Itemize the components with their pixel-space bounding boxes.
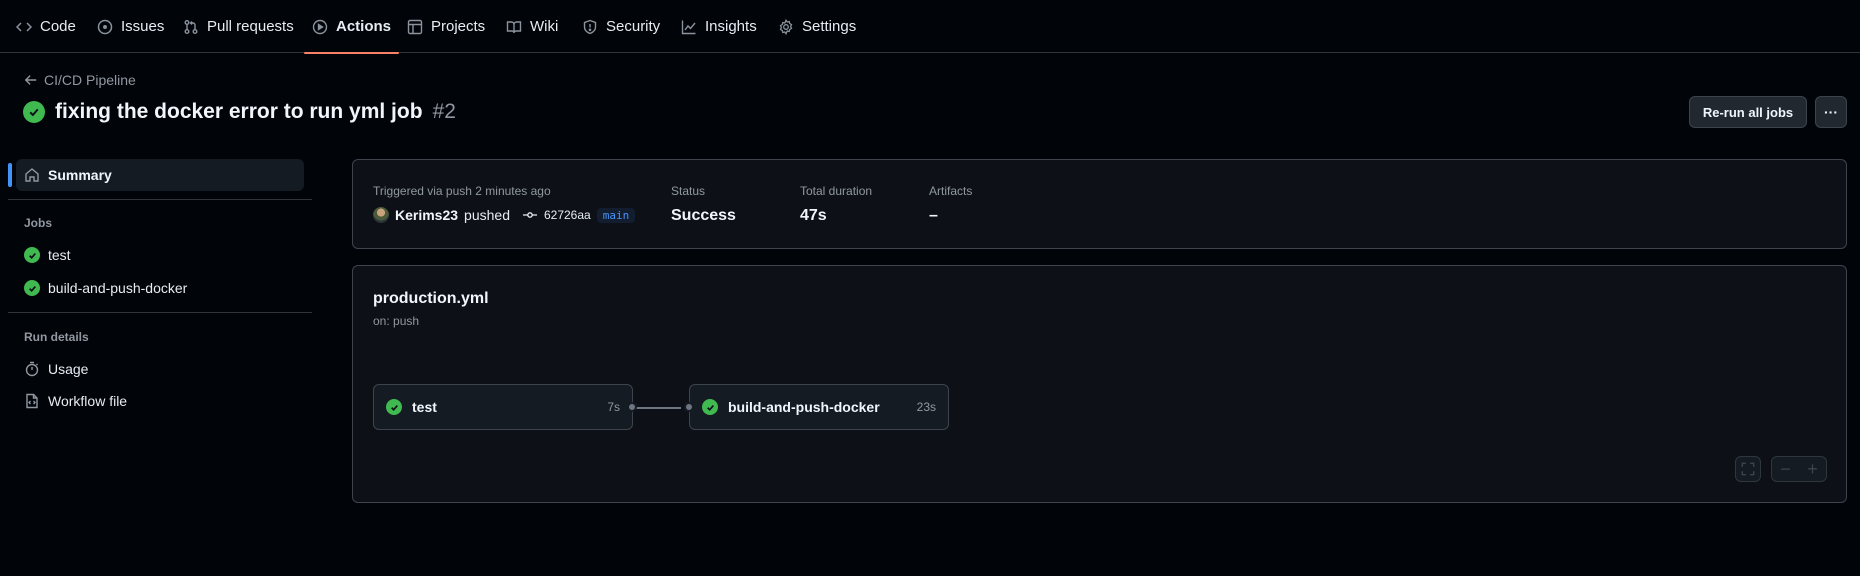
commit-author[interactable]: Kerims23 [395,207,458,223]
sidebar-item-usage[interactable]: Usage [24,361,88,377]
tab-security-label: Security [606,18,661,35]
repo-nav: Code Issues Pull requests Actions Projec… [0,0,1860,54]
avatar[interactable] [373,207,389,223]
commit-info: Kerims23 pushed 62726aa main [373,207,636,223]
tab-code-label: Code [40,18,76,35]
run-summary-card: Triggered via push 2 minutes ago Kerims2… [352,159,1847,249]
commit-icon [522,212,537,218]
book-icon [506,20,522,33]
tab-issues-label: Issues [121,18,165,35]
duration-value: 47s [800,207,827,224]
tab-wiki-label: Wiki [530,18,559,35]
check-circle-icon [386,399,402,415]
rerun-all-jobs-button[interactable]: Re-run all jobs [1689,96,1807,128]
graph-job-duration: 7s [607,400,620,414]
zoom-out-icon[interactable]: − [1780,460,1791,478]
check-circle-icon [702,399,718,415]
workflow-file-name[interactable]: production.yml [373,290,489,308]
graph-job-name: build-and-push-docker [728,399,880,415]
sidebar-divider [8,199,312,200]
run-details-heading: Run details [24,330,89,344]
graph-job-test[interactable]: test 7s [373,384,633,430]
home-icon [25,168,39,182]
page-title: fixing the docker error to run yml job #… [23,100,456,124]
sidebar-item-job-label: build-and-push-docker [48,280,188,296]
active-indicator [8,163,12,187]
graph-job-name: test [412,399,437,415]
tab-wiki[interactable]: Wiki [506,0,558,53]
sidebar-item-usage-label: Usage [48,361,89,377]
artifacts-label: Artifacts [929,184,973,198]
status-label: Status [671,184,706,198]
tab-issues[interactable]: Issues [97,0,164,53]
sidebar-item-job-label: test [48,247,71,263]
fullscreen-icon [1741,462,1755,476]
more-options-button[interactable]: ··· [1815,96,1847,128]
graph-job-duration: 23s [916,400,936,414]
back-link-label: CI/CD Pipeline [44,72,136,88]
sidebar-item-workflow-file[interactable]: Workflow file [24,393,127,409]
file-code-icon [26,393,38,409]
check-circle-icon [24,280,40,296]
tab-projects-label: Projects [431,18,486,35]
run-title: fixing the docker error to run yml job [55,100,423,123]
pull-request-icon [184,19,198,34]
sidebar-divider [8,312,312,313]
tab-projects[interactable]: Projects [407,0,485,53]
sidebar-item-summary-label: Summary [48,167,112,183]
play-icon [312,19,328,34]
duration-label: Total duration [800,184,873,198]
sidebar-item-job-build-and-push-docker[interactable]: build-and-push-docker [24,280,187,296]
tab-code[interactable]: Code [16,0,76,53]
tab-security[interactable]: Security [582,0,660,53]
zoom-in-icon[interactable]: + [1807,460,1818,478]
arrow-left-icon [24,75,37,85]
shield-icon [583,19,597,34]
tab-actions-label: Actions [336,18,392,35]
check-circle-icon [24,247,40,263]
tab-actions[interactable]: Actions [303,0,400,54]
tab-pull-requests[interactable]: Pull requests [183,0,294,53]
job-connector-line [633,407,681,409]
artifacts-value: – [929,207,938,224]
run-number: #2 [432,100,456,123]
trigger-text: Triggered via push 2 minutes ago [373,184,551,198]
tab-insights-label: Insights [705,18,757,35]
jobs-heading: Jobs [24,216,53,230]
tab-settings-label: Settings [802,18,857,35]
issue-icon [97,19,113,34]
table-icon [407,19,423,34]
sidebar-item-job-test[interactable]: test [24,247,71,263]
commit-sha[interactable]: 62726aa [544,208,591,222]
code-icon [16,21,32,32]
workflow-trigger: on: push [373,314,420,328]
job-output-handle [627,402,637,412]
tab-pull-requests-label: Pull requests [207,18,294,35]
check-circle-icon [23,101,45,123]
tab-settings[interactable]: Settings [778,0,856,53]
job-input-handle [684,402,694,412]
tab-insights[interactable]: Insights [681,0,757,53]
back-link[interactable]: CI/CD Pipeline [24,72,136,88]
zoom-controls: − + [1771,456,1827,482]
status-value: Success [671,207,736,224]
sidebar-item-summary[interactable]: Summary [16,159,304,191]
commit-action: pushed [464,207,510,223]
sidebar-item-workflow-file-label: Workflow file [48,393,128,409]
graph-job-build-and-push-docker[interactable]: build-and-push-docker 23s [689,384,949,430]
gear-icon [779,18,793,35]
graph-icon [681,20,696,34]
stopwatch-icon [25,361,39,377]
fullscreen-button[interactable] [1735,456,1761,482]
branch-label[interactable]: main [596,207,636,223]
